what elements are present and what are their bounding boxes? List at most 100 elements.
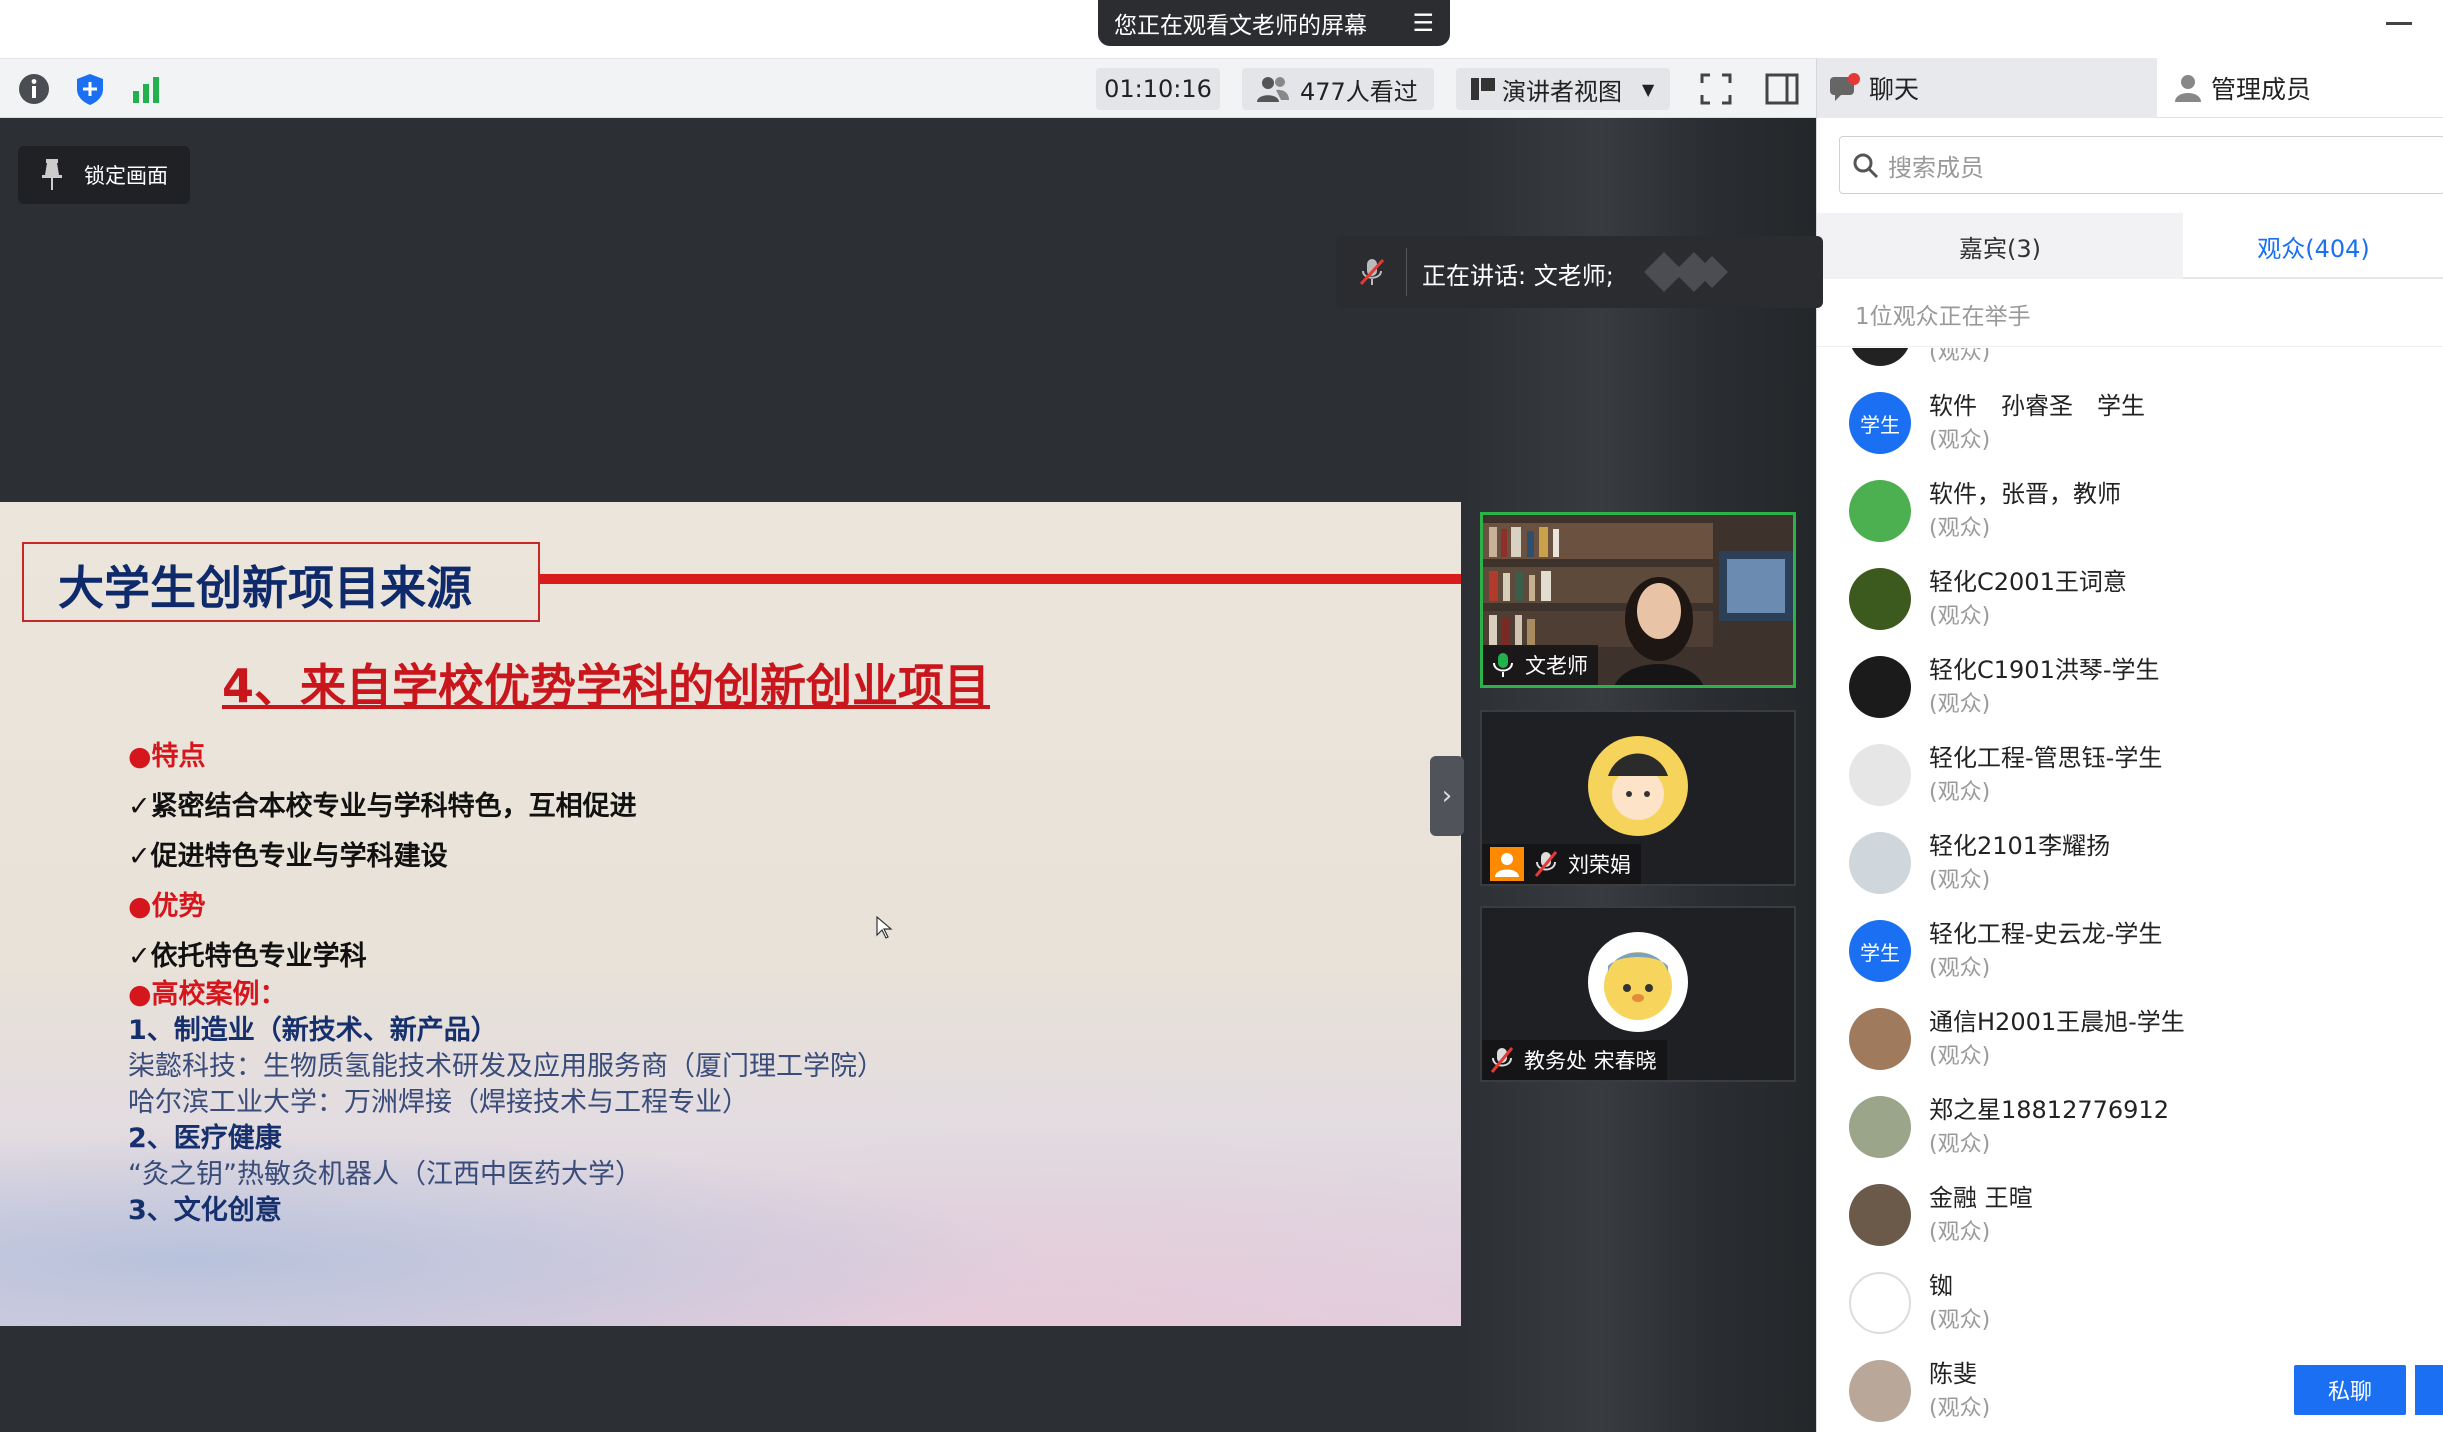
people-icon bbox=[1257, 77, 1289, 102]
shared-slide: 大学生创新项目来源 4、来自学校优势学科的创新创业项目 ●特点 ✓紧密结合本校专… bbox=[0, 502, 1461, 1326]
slide-line: ●特点 bbox=[128, 741, 206, 772]
member-name: 轻化2101李耀扬 bbox=[1929, 832, 2111, 860]
meeting-timer: 01:10:16 bbox=[1096, 68, 1220, 110]
collapse-tiles-button[interactable]: › bbox=[1430, 756, 1464, 836]
avatar bbox=[1588, 736, 1688, 836]
speaker-separator bbox=[1406, 248, 1407, 296]
chat-icon bbox=[1830, 73, 1860, 101]
member-role: (观众) bbox=[1929, 516, 1991, 541]
view-mode-dropdown[interactable]: 演讲者视图 ▼ bbox=[1456, 68, 1670, 110]
list-item[interactable]: 轻化C1901洪琴-学生 (观众) bbox=[1817, 646, 2443, 734]
tab-audience[interactable]: 观众(404) bbox=[2183, 213, 2443, 279]
panel-tabs: 聊天 管理成员 bbox=[1817, 58, 2443, 118]
security-shield-icon[interactable] bbox=[72, 71, 108, 107]
list-item[interactable]: 软件，张晋，教师 (观众) bbox=[1817, 470, 2443, 558]
slide-title-rule bbox=[540, 574, 1461, 584]
chevron-right-icon: › bbox=[1441, 781, 1453, 811]
mic-muted-icon bbox=[1534, 851, 1558, 877]
member-name: 轻化工程-史云龙-学生 bbox=[1929, 920, 2163, 948]
participant-name: 文老师 bbox=[1525, 654, 1588, 678]
avatar bbox=[1588, 932, 1688, 1032]
avatar bbox=[1849, 1272, 1911, 1334]
participant-name: 刘荣娟 bbox=[1568, 853, 1631, 877]
tab-chat-label: 聊天 bbox=[1869, 75, 1920, 104]
viewers-count-button[interactable]: 477人看过 bbox=[1242, 68, 1434, 110]
member-role: (观众) bbox=[1929, 956, 1991, 981]
tab-guests[interactable]: 嘉宾(3) bbox=[1817, 213, 2183, 279]
video-tile-teacher[interactable]: 文老师 bbox=[1480, 512, 1796, 688]
slide-subtitle: 4、来自学校优势学科的创新创业项目 bbox=[222, 659, 991, 713]
member-role: (观众) bbox=[1929, 1220, 1991, 1245]
participant-label: 刘荣娟 bbox=[1482, 844, 1641, 884]
member-role: (观众) bbox=[1929, 868, 1991, 893]
list-item[interactable]: 轻化工程-管思钰-学生 (观众) bbox=[1817, 734, 2443, 822]
member-role: (观众) bbox=[1929, 780, 1991, 805]
avatar bbox=[1849, 1008, 1911, 1070]
tab-chat[interactable]: 聊天 bbox=[1817, 58, 2157, 118]
network-signal-icon[interactable] bbox=[128, 71, 164, 107]
slide-line: 哈尔滨工业大学：万洲焊接（焊接技术与工程专业） bbox=[128, 1087, 749, 1118]
avatar bbox=[1849, 1184, 1911, 1246]
menu-icon[interactable]: ☰ bbox=[1412, 9, 1434, 37]
speaking-label: 正在讲话: 文老师; bbox=[1422, 262, 1614, 290]
avatar: 学生 bbox=[1849, 392, 1911, 454]
private-chat-button[interactable]: 私聊 bbox=[2294, 1365, 2406, 1415]
avatar bbox=[1849, 1360, 1911, 1422]
member-name: 通信H2001王晨旭-学生 bbox=[1929, 1008, 2185, 1036]
member-name: 软件，张晋，教师 bbox=[1929, 480, 2121, 508]
member-name: 郑之星18812776912 bbox=[1929, 1096, 2169, 1124]
mouse-cursor-icon bbox=[876, 916, 893, 939]
avatar: 学生 bbox=[1849, 920, 1911, 982]
minimize-button[interactable] bbox=[2386, 22, 2412, 25]
window-top-strip: 您正在观看文老师的屏幕 ☰ bbox=[0, 0, 2443, 58]
search-icon bbox=[1853, 153, 1879, 179]
member-search-input[interactable]: 搜索成员 bbox=[1839, 136, 2443, 194]
tab-members[interactable]: 管理成员 bbox=[2159, 58, 2443, 118]
lock-screen-button[interactable]: 锁定画面 bbox=[18, 146, 190, 204]
member-name: 软件 孙睿圣 学生 bbox=[1929, 392, 2145, 420]
meeting-toolbar: 01:10:16 477人看过 演讲者视图 ▼ bbox=[0, 58, 1816, 118]
tab-members-label: 管理成员 bbox=[2211, 75, 2312, 104]
mic-muted-icon bbox=[1359, 258, 1385, 286]
list-item[interactable]: (观众) bbox=[1817, 348, 2443, 382]
member-name: 轻化C1901洪琴-学生 bbox=[1929, 656, 2160, 684]
member-name: 陈斐 bbox=[1929, 1360, 1977, 1388]
list-item[interactable]: 学生 轻化工程-史云龙-学生 (观众) bbox=[1817, 910, 2443, 998]
list-item[interactable]: 铷 (观众) bbox=[1817, 1262, 2443, 1350]
hand-raise-notice[interactable]: 1位观众正在举手 bbox=[1817, 281, 2443, 347]
list-item[interactable]: 学生 软件 孙睿圣 学生 (观众) bbox=[1817, 382, 2443, 470]
mic-active-icon bbox=[1493, 653, 1513, 677]
sidebar-toggle-icon[interactable] bbox=[1762, 69, 1802, 109]
chevron-down-icon: ▼ bbox=[1642, 79, 1655, 99]
slide-line: ✓依托特色专业学科 bbox=[128, 941, 367, 972]
participant-label: 文老师 bbox=[1483, 645, 1598, 685]
slide-line: ✓促进特色专业与学科建设 bbox=[128, 841, 448, 872]
list-item[interactable]: 轻化2101李耀扬 (观众) bbox=[1817, 822, 2443, 910]
participant-name: 教务处 宋春晓 bbox=[1524, 1049, 1657, 1073]
list-item[interactable]: 金融 王暄 (观众) bbox=[1817, 1174, 2443, 1262]
slide-line: ●优势 bbox=[128, 891, 206, 922]
avatar bbox=[1849, 568, 1911, 630]
list-item[interactable]: 郑之星18812776912 (观众) bbox=[1817, 1086, 2443, 1174]
video-tile-participant-2[interactable]: 刘荣娟 bbox=[1480, 710, 1796, 886]
info-icon[interactable] bbox=[16, 71, 52, 107]
slide-line: “灸之钥”热敏灸机器人（江西中医药大学） bbox=[128, 1159, 642, 1190]
slide-line: ●高校案例： bbox=[128, 979, 287, 1010]
video-stage: 锁定画面 大学生创新项目来源 4、来自学校优势学科的创新创业项目 ●特点 ✓紧密… bbox=[0, 118, 1461, 1432]
member-icon bbox=[2175, 75, 2201, 102]
member-name: 轻化工程-管思钰-学生 bbox=[1929, 744, 2163, 772]
video-tile-participant-3[interactable]: 教务处 宋春晓 bbox=[1480, 906, 1796, 1082]
participant-label: 教务处 宋春晓 bbox=[1482, 1040, 1667, 1080]
list-item[interactable]: 通信H2001王晨旭-学生 (观众) bbox=[1817, 998, 2443, 1086]
member-role: (观众) bbox=[1929, 1396, 1991, 1421]
fullscreen-icon[interactable] bbox=[1696, 69, 1736, 109]
member-name: 金融 王暄 bbox=[1929, 1184, 2033, 1212]
list-item[interactable]: 轻化C2001王词意 (观众) bbox=[1817, 558, 2443, 646]
avatar bbox=[1849, 832, 1911, 894]
member-role: (观众) bbox=[1929, 1308, 1991, 1333]
view-mode-label: 演讲者视图 bbox=[1502, 77, 1622, 106]
private-chat-edge[interactable] bbox=[2415, 1365, 2443, 1415]
pin-icon bbox=[42, 159, 62, 190]
screen-share-banner: 您正在观看文老师的屏幕 ☰ bbox=[1098, 0, 1450, 46]
slide-line: ✓紧密结合本校专业与学科特色，互相促进 bbox=[128, 791, 637, 822]
